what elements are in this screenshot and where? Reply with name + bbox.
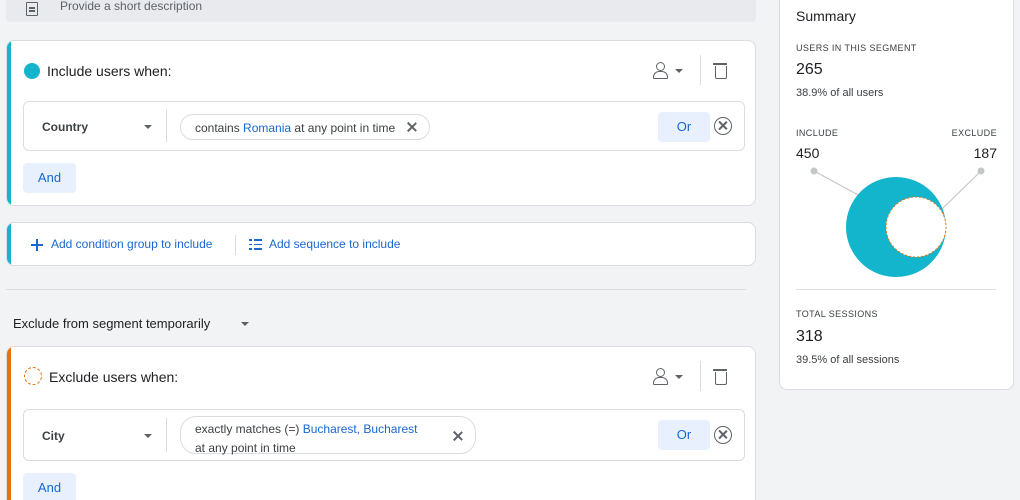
trash-icon[interactable]: [713, 62, 727, 79]
summary-divider: [796, 289, 996, 290]
chevron-down-icon[interactable]: [144, 434, 152, 438]
summary-panel: Summary USERS IN THIS SEGMENT 265 38.9% …: [779, 0, 1014, 390]
description-placeholder: Provide a short description: [60, 0, 203, 13]
add-sequence-button[interactable]: Add sequence to include: [249, 223, 429, 265]
exclude-value: 187: [973, 145, 997, 161]
chevron-down-icon[interactable]: [144, 125, 152, 129]
condition-chip[interactable]: contains Romania at any point in time: [180, 114, 430, 140]
condition-value: Bucharest, Bucharest: [302, 422, 418, 436]
dimension-label[interactable]: Country: [42, 120, 88, 134]
users-value: 265: [796, 61, 823, 78]
condition-value: Romania: [243, 121, 292, 135]
include-caption: INCLUDE: [796, 128, 839, 138]
condition-operator: exactly matches (=): [195, 422, 300, 436]
section-divider: [6, 289, 746, 290]
include-accent-bar: [7, 41, 11, 205]
or-button[interactable]: Or: [658, 112, 710, 142]
close-icon[interactable]: [453, 431, 463, 441]
remove-circle-icon[interactable]: [714, 117, 732, 135]
description-field[interactable]: Provide a short description: [6, 0, 756, 22]
chevron-down-icon: [241, 322, 249, 326]
chevron-down-icon: [675, 69, 683, 73]
sessions-value: 318: [796, 328, 823, 345]
include-condition-row: Country contains Romania at any point in…: [23, 101, 745, 151]
add-condition-group-label: Add condition group to include: [51, 237, 213, 251]
include-scope-selector[interactable]: [649, 59, 693, 83]
exclude-card: Exclude users when: City exactly matches…: [6, 346, 756, 500]
sessions-percentage: 39.5% of all sessions: [796, 354, 900, 366]
add-actions-card: Add condition group to include Add seque…: [6, 222, 756, 266]
remove-circle-icon[interactable]: [714, 426, 732, 444]
exclude-caption: EXCLUDE: [951, 128, 997, 138]
include-card: Include users when: Country contains Rom…: [6, 40, 756, 206]
include-indicator-icon: [24, 63, 40, 79]
close-icon[interactable]: [407, 122, 417, 132]
condition-chip[interactable]: exactly matches (=) Bucharest, Bucharest…: [180, 416, 476, 455]
and-button[interactable]: And: [23, 163, 76, 193]
exclude-card-title: Exclude users when:: [49, 369, 179, 385]
add-condition-group-button[interactable]: Add condition group to include: [31, 223, 231, 265]
row-divider: [166, 418, 167, 452]
exclude-condition-row: City exactly matches (=) Bucharest, Buch…: [23, 409, 745, 461]
add-sequence-label: Add sequence to include: [269, 237, 401, 251]
exclude-mode-label: Exclude from segment temporarily: [13, 316, 211, 331]
include-card-title: Include users when:: [47, 63, 172, 79]
exclude-scope-selector[interactable]: [649, 365, 693, 389]
person-icon: [653, 368, 668, 385]
include-value: 450: [796, 145, 820, 161]
person-icon: [653, 62, 668, 79]
condition-operator: contains: [195, 121, 240, 135]
add-accent-bar: [7, 223, 11, 265]
row-divider: [166, 110, 167, 142]
users-percentage: 38.9% of all users: [796, 87, 884, 99]
dimension-label[interactable]: City: [42, 429, 65, 443]
and-button[interactable]: And: [23, 473, 76, 500]
exclude-accent-bar: [7, 347, 11, 500]
plus-icon: [31, 239, 43, 251]
exclude-indicator-icon: [24, 367, 42, 385]
chevron-down-icon: [675, 375, 683, 379]
condition-time-scope: at any point in time: [195, 441, 296, 455]
description-icon: [26, 2, 38, 16]
exclude-mode-selector[interactable]: Exclude from segment temporarily: [13, 312, 253, 334]
trash-icon[interactable]: [713, 368, 727, 385]
or-button[interactable]: Or: [658, 420, 710, 450]
actions-divider: [235, 235, 236, 255]
sequence-icon: [249, 239, 262, 250]
summary-title: Summary: [796, 8, 856, 24]
header-divider: [700, 361, 701, 391]
users-caption: USERS IN THIS SEGMENT: [796, 43, 917, 53]
header-divider: [700, 55, 701, 85]
condition-time-scope: at any point in time: [294, 121, 396, 135]
sessions-caption: TOTAL SESSIONS: [796, 309, 878, 319]
